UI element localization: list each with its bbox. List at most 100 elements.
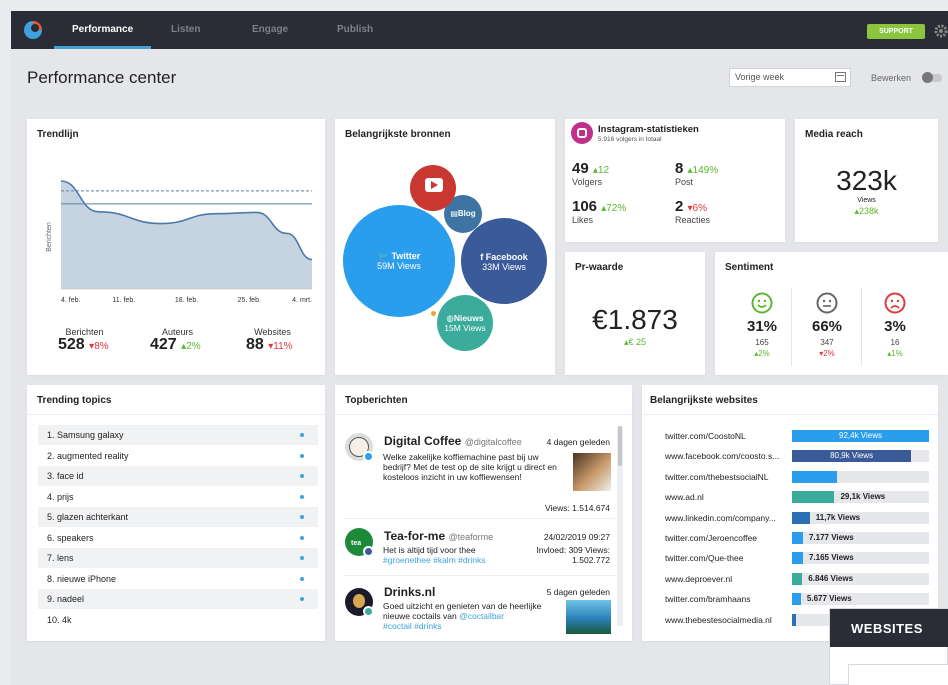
small-source-dot[interactable]: [431, 311, 436, 316]
topic-row[interactable]: 4. prijs: [38, 487, 318, 507]
website-name[interactable]: www.linkedin.com/company...: [665, 513, 790, 523]
post-author[interactable]: Drinks.nl: [384, 585, 435, 599]
avatar[interactable]: [345, 433, 374, 462]
stat-auteurs: 427 ▴2%: [150, 336, 201, 354]
trend-area: [61, 181, 312, 289]
post-image[interactable]: [566, 600, 611, 634]
post-author[interactable]: Tea-for-me @teaforme: [384, 529, 493, 543]
calendar-icon[interactable]: [835, 72, 846, 82]
website-name[interactable]: www.facebook.com/coosto.s...: [665, 451, 790, 461]
topic-dot-icon: [300, 453, 304, 458]
twitter-name: Twitter: [391, 251, 421, 261]
post-date: 4 dagen geleden: [546, 437, 610, 447]
edit-toggle[interactable]: [922, 72, 942, 83]
website-bar: 5.677 Views: [792, 593, 929, 606]
topic-row[interactable]: 8. nieuwe iPhone: [38, 569, 318, 589]
post-meta-line2: 1.502.772: [572, 555, 610, 565]
divider: [791, 288, 792, 366]
sentiment-count-positive: 165: [755, 338, 769, 347]
website-name[interactable]: twitter.com/CoostoNL: [665, 431, 790, 441]
instagram-subtitle: 5.916 volgers in totaal: [598, 136, 662, 143]
topic-row[interactable]: 5. glazen achterkant: [38, 507, 318, 527]
post-tags[interactable]: #groenethee #kalm #drinks: [383, 555, 486, 565]
websites-title: Belangrijkste websites: [650, 395, 758, 406]
page-title: Performance center: [27, 68, 177, 87]
topic-dot-icon: [300, 576, 304, 581]
post-meta: Invloed: 309 Views: 1.502.772: [510, 545, 610, 565]
support-button[interactable]: SUPPORT: [867, 24, 925, 39]
posts-scrollbar[interactable]: [617, 426, 623, 626]
topic-row[interactable]: 7. lens: [38, 548, 318, 568]
tab-publish[interactable]: Publish: [337, 11, 373, 49]
website-name[interactable]: www.deproever.nl: [665, 574, 790, 584]
app-logo[interactable]: [23, 20, 43, 40]
topic-label: 2. augmented reality: [47, 450, 129, 461]
topic-row[interactable]: 6. speakers: [38, 528, 318, 548]
topic-dot-icon: [300, 433, 304, 437]
sentiment-change-negative: ▴1%: [870, 349, 920, 358]
topberichten-title: Topberichten: [345, 395, 408, 406]
post-text: Welke zakelijke koffiemachine past bij u…: [383, 452, 557, 482]
post-views: Views: 1.514.674: [544, 503, 610, 513]
website-name[interactable]: twitter.com/thebestsocialNL: [665, 472, 790, 482]
websites-popup: WEBSITES: [829, 608, 948, 685]
stat-value: 528: [58, 336, 85, 353]
nieuws-label: ◍Nieuws 15M Views: [437, 313, 493, 333]
website-views-label: 6.846 Views: [808, 573, 854, 583]
ig-change: 72%: [606, 203, 627, 214]
pr-change-value: € 25: [628, 337, 647, 347]
post-handle: @teaforme: [448, 532, 494, 542]
post-mention[interactable]: @coctailbar: [459, 611, 504, 621]
sentiment-pct-negative: 3%: [884, 318, 906, 335]
website-name[interactable]: www.ad.nl: [665, 492, 790, 502]
blog-name: Blog: [457, 209, 476, 218]
website-name[interactable]: www.thebestesocialmedia.nl: [665, 615, 790, 625]
bronnen-title: Belangrijkste bronnen: [345, 129, 451, 140]
website-views-label: 5.677 Views: [806, 594, 852, 604]
topic-row[interactable]: 2. augmented reality: [38, 446, 318, 466]
sentiment-change-positive: ▴2%: [737, 349, 787, 358]
topic-row[interactable]: 10. 4k: [38, 610, 318, 630]
website-name[interactable]: twitter.com/Jeroencoffee: [665, 533, 790, 543]
stat-change: 8%: [94, 341, 109, 352]
edit-label: Bewerken: [871, 73, 912, 83]
topic-label: 8. nieuwe iPhone: [47, 573, 117, 584]
topic-row[interactable]: 1. Samsung galaxy: [38, 425, 318, 445]
ig-change: 12: [597, 165, 610, 176]
gear-icon[interactable]: [934, 24, 948, 38]
x-tick-label: 4. feb.: [61, 297, 81, 304]
post-image[interactable]: [573, 453, 611, 491]
topic-row[interactable]: 3. face id: [38, 466, 318, 486]
avatar[interactable]: tea: [345, 528, 374, 557]
sentiment-change-value: 1%: [891, 349, 903, 358]
divider: [861, 288, 862, 366]
post-author-name: Digital Coffee: [384, 434, 462, 448]
website-name[interactable]: twitter.com/bramhaans: [665, 594, 790, 604]
post-handle: @digitalcoffee: [464, 437, 522, 447]
tab-performance[interactable]: Performance: [53, 11, 152, 49]
website-views-label: 11,7k Views: [815, 512, 861, 522]
ig-change: 6%: [692, 203, 707, 214]
websites-popup-title: WEBSITES: [830, 609, 948, 647]
blog-label: ▤Blog: [444, 209, 482, 218]
tab-listen[interactable]: Listen: [171, 11, 200, 49]
tab-engage[interactable]: Engage: [252, 11, 288, 49]
stat-berichten: 528 ▾8%: [58, 336, 109, 354]
divider: [27, 414, 325, 415]
date-range-select[interactable]: Vorige week: [729, 68, 851, 87]
stat-value: 427: [150, 336, 177, 353]
website-name[interactable]: twitter.com/Que-thee: [665, 553, 790, 563]
avatar[interactable]: [345, 588, 374, 617]
websites-popup-input[interactable]: [848, 664, 948, 685]
post-date: 5 dagen geleden: [546, 587, 610, 597]
date-range-value: Vorige week: [735, 72, 785, 82]
sentiment-count-neutral: 347: [820, 338, 834, 347]
post-author[interactable]: Digital Coffee @digitalcoffee: [384, 434, 522, 448]
divider: [343, 575, 615, 576]
website-bar: 6.846 Views: [792, 572, 929, 585]
post-tags[interactable]: #coctail #drinks: [383, 621, 442, 631]
x-tick-label: 4. mrt.: [292, 297, 312, 304]
topic-row[interactable]: 9. nadeel: [38, 589, 318, 609]
topic-label: 7. lens: [47, 553, 74, 563]
post-body: Het is altijd tijd voor thee: [383, 545, 476, 555]
